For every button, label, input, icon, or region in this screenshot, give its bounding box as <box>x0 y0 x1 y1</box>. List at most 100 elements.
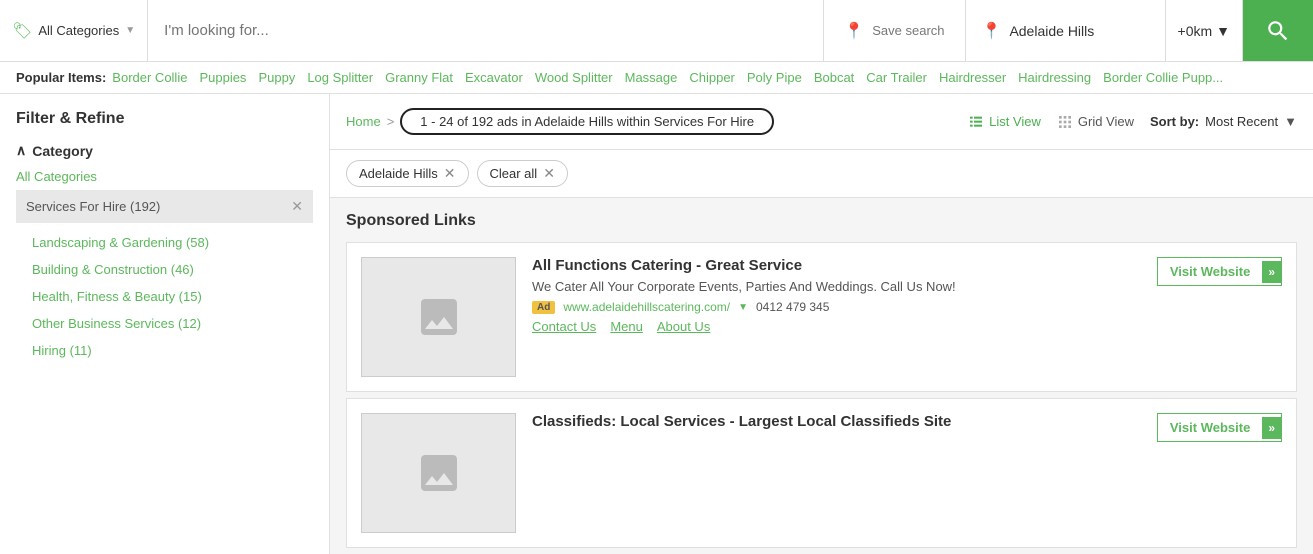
visit-website-button-1[interactable]: Visit Website » <box>1157 413 1282 442</box>
search-button[interactable] <box>1243 0 1313 61</box>
selected-category-label: Services For Hire (192) <box>26 199 160 214</box>
results-header: Home > 1 - 24 of 192 ads in Adelaide Hil… <box>330 94 1313 150</box>
ad-title-0: All Functions Catering - Great Service <box>532 257 1141 274</box>
category-selector[interactable]: 🏷 All Categories ▼ <box>0 0 148 61</box>
save-search-button[interactable]: 📍 Save search <box>824 0 965 61</box>
remove-clearall-button[interactable]: ✕ <box>543 165 555 182</box>
chevron-down-icon: ▼ <box>125 25 135 36</box>
category-selector-label: All Categories <box>38 23 119 38</box>
radius-selector[interactable]: +0km ▼ <box>1166 0 1243 61</box>
filter-tag-clearall: Clear all ✕ <box>477 160 568 187</box>
image-placeholder-icon-2 <box>415 449 463 497</box>
grid-view-label: Grid View <box>1078 114 1134 129</box>
save-search-label: Save search <box>872 23 944 38</box>
subcategory-item-4[interactable]: Hiring (11) <box>16 337 313 364</box>
popular-item-14[interactable]: Border Collie Pupp... <box>1103 70 1223 85</box>
ad-badge-row-0: Ad www.adelaidehillscatering.com/ ▼ 0412… <box>532 300 1141 314</box>
ad-links-0: Contact Us Menu About Us <box>532 319 1141 334</box>
visit-website-label-1: Visit Website <box>1170 420 1250 435</box>
sidebar: Filter & Refine ∧ Category All Categorie… <box>0 94 330 554</box>
search-input[interactable] <box>164 22 807 39</box>
ad-title-1: Classifieds: Local Services - Largest Lo… <box>532 413 1141 430</box>
popular-item-3[interactable]: Log Splitter <box>307 70 373 85</box>
search-input-area <box>148 0 824 61</box>
ad-card-0: All Functions Catering - Great Service W… <box>346 242 1297 392</box>
grid-view-button[interactable]: Grid View <box>1057 114 1134 130</box>
popular-item-6[interactable]: Wood Splitter <box>535 70 613 85</box>
sort-label: Sort by: <box>1150 114 1199 129</box>
popular-label: Popular Items: <box>16 70 106 85</box>
results-count-text: 1 - 24 of 192 ads in Adelaide Hills with… <box>400 108 774 135</box>
subcategory-item-3[interactable]: Other Business Services (12) <box>16 310 313 337</box>
filter-tags: Adelaide Hills ✕ Clear all ✕ <box>330 150 1313 198</box>
sort-area: Sort by: Most Recent ▼ <box>1150 114 1297 129</box>
category-section-title: ∧ Category <box>16 142 313 159</box>
sponsored-header: Sponsored Links <box>330 198 1313 236</box>
visit-website-label-0: Visit Website <box>1170 264 1250 279</box>
subcategory-item-0[interactable]: Landscaping & Gardening (58) <box>16 229 313 256</box>
pin-icon: 📍 <box>982 21 1002 41</box>
ad-content-0: All Functions Catering - Great Service W… <box>532 257 1141 334</box>
remove-location-filter-button[interactable]: ✕ <box>444 165 456 182</box>
location-value: Adelaide Hills <box>1009 23 1094 39</box>
popular-item-8[interactable]: Chipper <box>689 70 735 85</box>
subcategory-item-2[interactable]: Health, Fitness & Beauty (15) <box>16 283 313 310</box>
list-icon <box>968 114 984 130</box>
popular-item-1[interactable]: Puppies <box>199 70 246 85</box>
search-bar: 🏷 All Categories ▼ 📍 Save search 📍 Adela… <box>0 0 1313 62</box>
ad-image-1 <box>361 413 516 533</box>
ad-url-arrow: ▼ <box>738 302 748 313</box>
popular-item-5[interactable]: Excavator <box>465 70 523 85</box>
radius-value: +0km <box>1178 23 1213 39</box>
remove-category-button[interactable]: ✕ <box>291 198 303 215</box>
popular-bar: Popular Items: Border Collie Puppies Pup… <box>0 62 1313 94</box>
ad-link-0-0[interactable]: Contact Us <box>532 319 596 334</box>
breadcrumb-separator: > <box>387 114 395 129</box>
image-placeholder-icon <box>415 293 463 341</box>
view-sort-area: List View Grid View <box>968 114 1297 130</box>
popular-item-9[interactable]: Poly Pipe <box>747 70 802 85</box>
list-view-button[interactable]: List View <box>968 114 1041 130</box>
chevron-up-icon: ∧ <box>16 142 26 159</box>
filter-tag-location-label: Adelaide Hills <box>359 166 438 181</box>
all-categories-link[interactable]: All Categories <box>16 169 313 184</box>
location-area: 📍 Adelaide Hills <box>966 0 1166 61</box>
visit-chevrons-icon-2: » <box>1262 417 1281 439</box>
radius-chevron-icon: ▼ <box>1216 23 1230 39</box>
search-icon <box>1265 18 1291 44</box>
popular-item-11[interactable]: Car Trailer <box>866 70 927 85</box>
popular-item-13[interactable]: Hairdressing <box>1018 70 1091 85</box>
popular-item-12[interactable]: Hairdresser <box>939 70 1006 85</box>
popular-item-7[interactable]: Massage <box>625 70 678 85</box>
ad-link-0-1[interactable]: Menu <box>610 319 643 334</box>
filter-tag-location: Adelaide Hills ✕ <box>346 160 469 187</box>
tag-icon: 🏷 <box>12 21 32 41</box>
save-icon: 📍 <box>844 21 864 41</box>
visit-chevrons-icon: » <box>1262 261 1281 283</box>
breadcrumb-home[interactable]: Home <box>346 114 381 129</box>
sidebar-title: Filter & Refine <box>16 110 313 128</box>
subcategory-item-1[interactable]: Building & Construction (46) <box>16 256 313 283</box>
ad-desc-0: We Cater All Your Corporate Events, Part… <box>532 279 1141 294</box>
ad-link-0-2[interactable]: About Us <box>657 319 710 334</box>
list-view-label: List View <box>989 114 1041 129</box>
filter-tag-clearall-label[interactable]: Clear all <box>490 166 538 181</box>
main-container: Filter & Refine ∧ Category All Categorie… <box>0 94 1313 554</box>
popular-item-2[interactable]: Puppy <box>258 70 295 85</box>
ad-url-0[interactable]: www.adelaidehillscatering.com/ <box>563 300 730 314</box>
popular-item-4[interactable]: Granny Flat <box>385 70 453 85</box>
ad-phone-0: 0412 479 345 <box>756 300 829 314</box>
sort-chevron-icon[interactable]: ▼ <box>1284 114 1297 129</box>
grid-icon <box>1057 114 1073 130</box>
content-area: Home > 1 - 24 of 192 ads in Adelaide Hil… <box>330 94 1313 554</box>
sort-value: Most Recent <box>1205 114 1278 129</box>
ad-card-1: Classifieds: Local Services - Largest Lo… <box>346 398 1297 548</box>
ad-image-0 <box>361 257 516 377</box>
ad-content-1: Classifieds: Local Services - Largest Lo… <box>532 413 1141 435</box>
popular-item-0[interactable]: Border Collie <box>112 70 187 85</box>
visit-website-button-0[interactable]: Visit Website » <box>1157 257 1282 286</box>
selected-category: Services For Hire (192) ✕ <box>16 190 313 223</box>
breadcrumb-area: Home > 1 - 24 of 192 ads in Adelaide Hil… <box>346 108 774 135</box>
popular-item-10[interactable]: Bobcat <box>814 70 854 85</box>
ad-badge-0: Ad <box>532 301 555 314</box>
